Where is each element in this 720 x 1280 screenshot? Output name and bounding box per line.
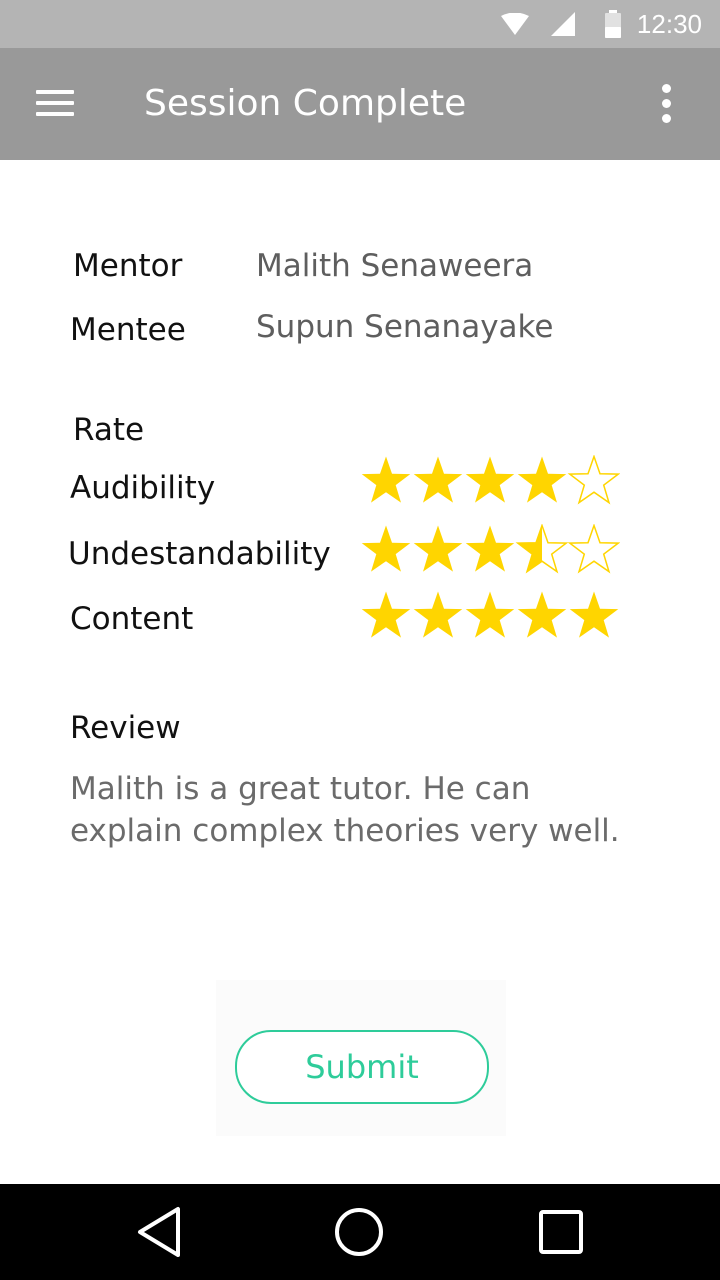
page-title: Session Complete (144, 83, 467, 124)
mentor-name: Malith Senaweera (256, 248, 534, 284)
rating-stars-understandability[interactable] (360, 524, 622, 578)
rating-label-understandability: Undestandability (68, 536, 331, 572)
session-complete-screen: 12:30 Session Complete Mentor Malith Sen… (0, 0, 720, 1280)
submit-button[interactable]: Submit (235, 1030, 489, 1104)
star-icon[interactable] (361, 591, 411, 638)
status-time: 12:30 (636, 9, 702, 39)
star-icon[interactable] (517, 456, 567, 503)
star-icon[interactable] (569, 591, 619, 638)
home-icon[interactable] (333, 1206, 385, 1258)
rating-stars-content[interactable] (360, 590, 622, 644)
mentee-label: Mentee (70, 312, 186, 348)
star-icon[interactable] (413, 591, 463, 638)
wifi-icon (501, 13, 529, 35)
rating-label-content: Content (70, 601, 194, 637)
star-icon[interactable] (361, 525, 411, 572)
app-bar: Session Complete (0, 48, 720, 160)
mentee-name: Supun Senanayake (256, 309, 554, 345)
star-icon[interactable] (517, 591, 567, 638)
navigation-bar (0, 1184, 720, 1280)
status-bar: 12:30 (0, 0, 720, 48)
mentor-label: Mentor (73, 248, 183, 284)
recents-icon[interactable] (538, 1209, 584, 1255)
star-icon[interactable] (465, 591, 515, 638)
review-text: Malith is a great tutor. He can explain … (70, 771, 620, 849)
star-icon[interactable] (361, 456, 411, 503)
star-icon[interactable] (465, 456, 515, 503)
rate-heading: Rate (73, 412, 145, 448)
star-icon[interactable] (567, 455, 620, 505)
rating-label-audibility: Audibility (70, 470, 216, 506)
star-icon[interactable] (413, 525, 463, 572)
more-vert-icon[interactable] (656, 84, 678, 124)
back-icon[interactable] (136, 1206, 182, 1258)
battery-icon (605, 10, 621, 38)
cell-signal-icon (551, 12, 575, 36)
star-icon[interactable] (413, 456, 463, 503)
star-icon[interactable] (567, 524, 620, 574)
rating-stars-audibility[interactable] (360, 455, 622, 509)
review-heading: Review (70, 710, 181, 746)
menu-icon[interactable] (36, 90, 74, 118)
star-icon[interactable] (465, 525, 515, 572)
star-icon[interactable] (515, 524, 569, 574)
